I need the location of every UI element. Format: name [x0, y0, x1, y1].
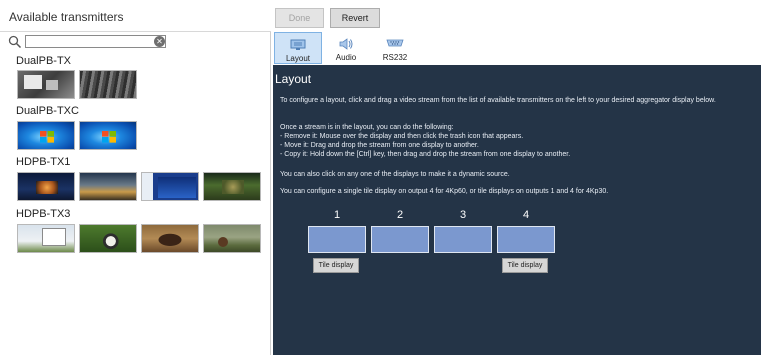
search-input[interactable]	[25, 35, 166, 48]
actions-title: Once a stream is in the layout, you can …	[280, 124, 454, 131]
display-number-3: 3	[459, 209, 467, 221]
tile-note: You can configure a single tile display …	[280, 188, 609, 195]
tab-layout[interactable]: Layout	[274, 32, 322, 64]
layout-panel: Layout To configure a layout, click and …	[273, 65, 761, 355]
done-button[interactable]: Done	[275, 8, 324, 28]
clear-search-icon[interactable]: ✕	[154, 36, 165, 47]
display-slot-4[interactable]	[497, 226, 555, 253]
speaker-icon	[338, 38, 354, 52]
serial-port-icon	[386, 38, 404, 50]
stream-thumbnail[interactable]	[17, 121, 75, 150]
group-label-hdpb-tx1: HDPB-TX1	[16, 156, 71, 168]
stream-thumbnail[interactable]	[79, 172, 137, 201]
tab-rs232-label: RS232	[382, 53, 408, 62]
display-number-4: 4	[522, 209, 530, 221]
tile-display-button-4[interactable]: Tile display	[502, 258, 548, 273]
display-slot-1[interactable]	[308, 226, 366, 253]
tab-rs232[interactable]: RS232	[372, 32, 418, 64]
revert-button[interactable]: Revert	[330, 8, 380, 28]
display-slot-2[interactable]	[371, 226, 429, 253]
action-toolbar: Done Revert	[271, 0, 761, 32]
thumbs-hdpb-tx1	[17, 172, 261, 201]
settings-tabs: Layout Audio RS232	[271, 32, 761, 65]
tab-layout-label: Layout	[285, 54, 311, 63]
transmitters-title: Available transmitters	[9, 10, 124, 24]
group-label-hdpb-tx3: HDPB-TX3	[16, 208, 71, 220]
stream-thumbnail[interactable]	[17, 224, 75, 253]
display-slot-3[interactable]	[434, 226, 492, 253]
stream-thumbnail[interactable]	[141, 172, 199, 201]
group-label-dualpb-txc: DualPB-TXC	[16, 105, 79, 117]
search-box: ✕	[8, 35, 166, 49]
transmitters-panel: ✕ DualPB-TX DualPB-TXC HDPB-TX1 HDPB-TX3	[0, 32, 271, 355]
display-number-2: 2	[396, 209, 404, 221]
action-copy: - Copy it: Hold down the [Ctrl] key, the…	[280, 151, 571, 158]
stream-thumbnail[interactable]	[17, 70, 75, 99]
action-remove: - Remove it: Mouse over the display and …	[280, 133, 524, 140]
stream-thumbnail[interactable]	[79, 121, 137, 150]
tab-audio[interactable]: Audio	[323, 32, 369, 64]
stream-thumbnail[interactable]	[17, 172, 75, 201]
group-label-dualpb-tx: DualPB-TX	[16, 55, 72, 67]
layout-actions: Once a stream is in the layout, you can …	[280, 123, 758, 159]
layout-intro: To configure a layout, click and drag a …	[280, 97, 716, 104]
tab-audio-label: Audio	[335, 53, 357, 62]
thumbs-dualpb-txc	[17, 121, 137, 150]
thumbs-dualpb-tx	[17, 70, 137, 99]
stream-thumbnail[interactable]	[203, 224, 261, 253]
stream-thumbnail[interactable]	[79, 224, 137, 253]
stream-thumbnail[interactable]	[203, 172, 261, 201]
thumbs-hdpb-tx3	[17, 224, 261, 253]
transmitters-header: Available transmitters	[0, 0, 271, 32]
monitor-icon	[290, 39, 306, 53]
layout-heading: Layout	[275, 72, 312, 86]
stream-thumbnail[interactable]	[79, 70, 137, 99]
dynamic-note: You can also click on any one of the dis…	[280, 171, 510, 178]
search-icon	[8, 35, 22, 49]
display-number-1: 1	[333, 209, 341, 221]
tile-display-button-1[interactable]: Tile display	[313, 258, 359, 273]
stream-thumbnail[interactable]	[141, 224, 199, 253]
action-move: - Move it: Drag and drop the stream from…	[280, 142, 479, 149]
